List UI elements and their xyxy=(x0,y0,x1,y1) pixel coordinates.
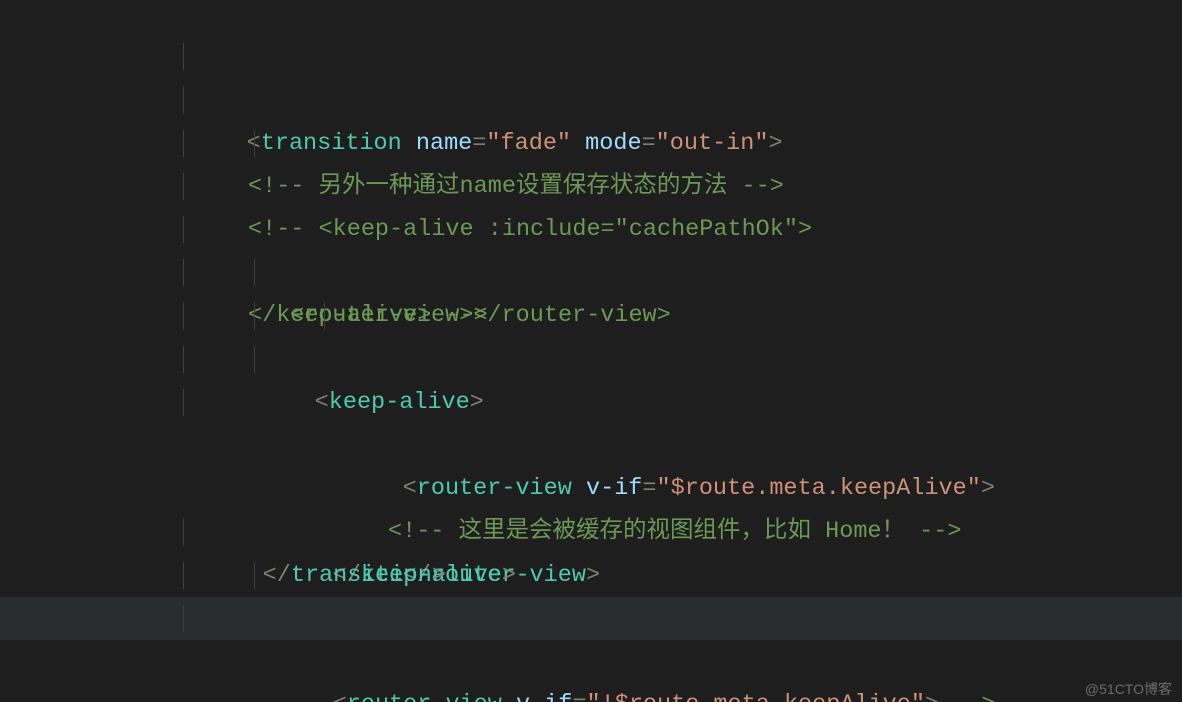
code-line: <transition name="fade" mode="out-in"> xyxy=(0,467,1182,510)
code-line: <!-- 另外一种通过name设置保存状态的方法 --> xyxy=(0,35,1182,78)
code-editor[interactable]: <transition name="fade" mode="out-in"> <… xyxy=(0,0,1182,702)
code-line: </div> xyxy=(0,683,1182,702)
code-line-active: < /router-view > xyxy=(0,597,1182,640)
code-line: <router-view v-if="$route.meta.keepAlive… xyxy=(0,251,1182,294)
watermark: @51CTO博客 xyxy=(1085,682,1172,696)
code-line: </keep-alive> xyxy=(0,381,1182,424)
code-line: </transition> xyxy=(0,640,1182,683)
code-line: </transition> xyxy=(0,424,1182,467)
code-line: </router-view> xyxy=(0,338,1182,381)
code-line: <keep-alive> xyxy=(0,208,1182,251)
code-line: <transition name="fade" mode="out-in"> xyxy=(0,0,1182,35)
code-line: </keep-alive> --> xyxy=(0,165,1182,208)
code-line: <!-- 这里是会被缓存的视图组件，比如 Home！ --> xyxy=(0,294,1182,337)
code-line: <!-- <keep-alive :include="cachePathOk"> xyxy=(0,78,1182,121)
code-line: <router-view v-if="!$route.meta.keepAliv… xyxy=(0,510,1182,553)
code-line: <router-view></router-view> xyxy=(0,122,1182,165)
code-line: <!-- 这里是不被缓存的视图组件，比如 Edit！ --> xyxy=(0,554,1182,597)
